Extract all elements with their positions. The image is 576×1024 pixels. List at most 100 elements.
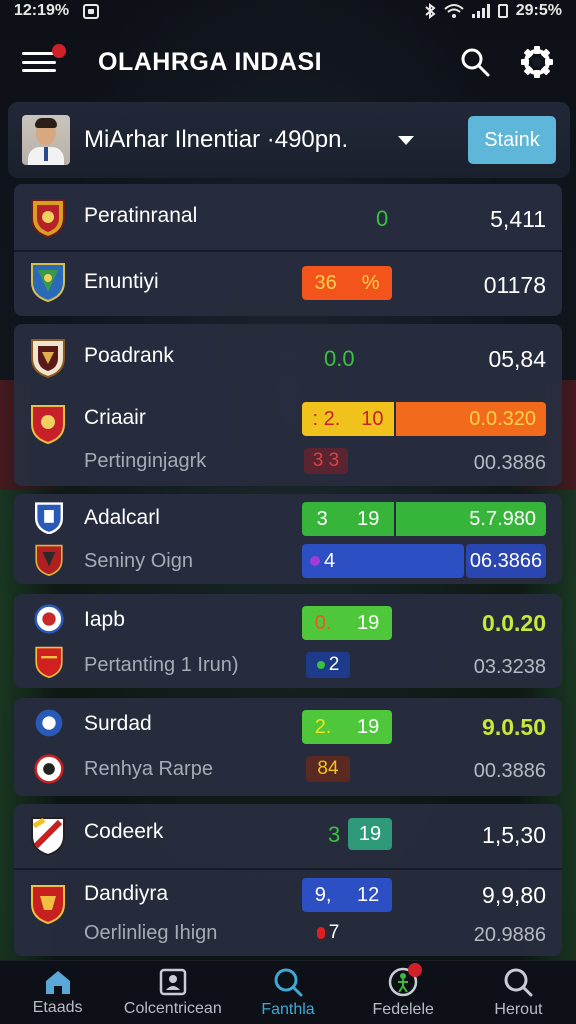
team-name: Poadrank — [84, 344, 174, 367]
menu-icon-line — [22, 69, 56, 72]
nav-item-home[interactable]: Etaads — [0, 961, 115, 1024]
nav-item-search-alt[interactable]: Herout — [461, 961, 576, 1024]
team-stat: 00.3886 — [473, 760, 546, 782]
club-crest-icon — [31, 817, 65, 856]
list-item[interactable]: Dandiyra 9, 12 9,9,80 Oerlinlieg Ihign 7… — [14, 872, 562, 956]
club-crest-icon — [34, 604, 64, 634]
wifi-icon — [444, 4, 464, 18]
divider — [14, 250, 562, 252]
form-badge: 7 — [308, 920, 348, 946]
app-title: OLAHRGA INDASI — [98, 47, 323, 76]
battery-icon — [497, 4, 508, 18]
menu-button[interactable] — [22, 44, 66, 76]
team-stat: 06.3866 — [466, 544, 546, 578]
notification-dot — [52, 44, 66, 58]
rating-bar: 5.7.980 — [396, 502, 546, 536]
club-crest-icon — [31, 263, 65, 302]
team-value: 9.0.50 — [482, 714, 546, 740]
team-value: 9,9,80 — [482, 882, 546, 908]
list-item[interactable]: Poadrank 0.0 05,84 — [14, 328, 562, 388]
club-crest-icon — [35, 709, 63, 737]
user-card: MiArhar Ilnentiar ·490pn. Staink — [8, 102, 570, 178]
status-clock: 29:5% — [515, 2, 562, 19]
menu-icon-line — [22, 60, 56, 64]
nav-label: Colcentricean — [123, 999, 222, 1017]
nav-label: Fedelele — [372, 1000, 434, 1018]
list-item[interactable]: Enuntiyi 36 % 01178 — [14, 254, 562, 314]
rating-pill: 9, 12 — [302, 878, 392, 912]
rating-count: 19 — [357, 507, 380, 530]
list-item[interactable]: Surdad 2. 19 9.0.50 Renhya Rarpe 84 00.3… — [14, 698, 562, 796]
club-crest-icon — [31, 199, 65, 238]
team-name: Iapb — [84, 608, 125, 631]
team-name: Peratinranal — [84, 204, 198, 227]
bottom-nav: Etaads Colcentricean Fanthla Fedelele He… — [0, 960, 576, 1024]
list-item[interactable]: Iapb 0. 19 0.0.20 Pertanting 1 Irun) 2 0… — [14, 594, 562, 688]
rating-value: 9, — [314, 883, 332, 906]
list-item[interactable]: Criaair : 2. 10 0.0.320 Pertinginjagrk 3… — [14, 394, 562, 484]
search-icon — [274, 968, 303, 996]
team-value: 01178 — [483, 272, 546, 298]
rating-pill: : 2. 10 — [302, 402, 394, 436]
list-card: Surdad 2. 19 9.0.50 Renhya Rarpe 84 00.3… — [14, 698, 562, 796]
team-score: 0 — [376, 206, 389, 231]
rating-value: 3 — [316, 507, 328, 530]
nav-label: Etaads — [32, 998, 83, 1016]
home-icon — [45, 970, 70, 994]
club-crest-icon — [35, 502, 63, 534]
rating-pill: 19 — [348, 818, 392, 850]
list-card: Iapb 0. 19 0.0.20 Pertanting 1 Irun) 2 0… — [14, 594, 562, 688]
list-item[interactable]: Adalcarl 3 19 5.7.980 Seniny Oign 4 06.3… — [14, 494, 562, 584]
team-name: Codeerk — [84, 820, 164, 843]
rating-pill: 2. 19 — [302, 710, 392, 744]
avatar — [22, 115, 70, 165]
team-subtitle: Seniny Oign — [84, 550, 193, 572]
form-badge: 3 3 — [304, 448, 348, 474]
form-dot — [316, 661, 325, 669]
rating-pill: 36 % — [302, 266, 392, 300]
team-value: 05,84 — [488, 346, 546, 372]
search-icon[interactable] — [460, 47, 490, 77]
form-badge: 2 — [306, 652, 350, 678]
status-bar: 12:19% 29:5% — [0, 0, 576, 22]
rating-count: 10 — [361, 407, 384, 430]
list-card: Adalcarl 3 19 5.7.980 Seniny Oign 4 06.3… — [14, 494, 562, 584]
list-item[interactable]: Peratinranal 0 5,411 — [14, 188, 562, 248]
team-score: 0.0 — [324, 346, 355, 371]
nav-label: Fanthla — [261, 1000, 315, 1018]
team-value: 1,5,30 — [482, 822, 546, 848]
notification-dot — [407, 963, 422, 977]
rating-value: 0. — [314, 611, 332, 634]
club-crest-icon — [31, 339, 65, 378]
search-icon — [504, 968, 533, 996]
form-value: 4 — [324, 549, 336, 572]
app-header: OLAHRGA INDASI — [0, 34, 576, 90]
nav-item-player[interactable]: Fedelele — [346, 961, 461, 1024]
rating-pill: 0. 19 — [302, 606, 392, 640]
team-score: 3 — [328, 822, 341, 847]
gear-icon[interactable] — [520, 45, 554, 79]
rating-pill: 3 19 — [302, 502, 394, 536]
list-card: Peratinranal 0 5,411 Enuntiyi 36 % 01178 — [14, 184, 562, 316]
chevron-down-icon[interactable] — [398, 135, 415, 145]
form-value: 7 — [328, 922, 340, 943]
form-dot — [310, 556, 320, 566]
profile-card-icon — [159, 968, 187, 995]
team-subtitle: Oerlinlieg Ihign — [84, 922, 218, 944]
rating-unit: % — [361, 271, 380, 294]
team-name: Adalcarl — [84, 506, 160, 529]
rating-count: 19 — [356, 715, 380, 738]
team-stat: 00.3886 — [473, 452, 546, 474]
list-item[interactable]: Codeerk 3 19 1,5,30 — [14, 804, 562, 864]
nav-item-profile[interactable]: Colcentricean — [115, 961, 230, 1024]
team-name: Enuntiyi — [84, 270, 159, 293]
status-time: 12:19% — [14, 2, 70, 19]
team-stat: 03.3238 — [473, 656, 546, 678]
list-card: Poadrank 0.0 05,84 Criaair : 2. 10 0.0.3… — [14, 324, 562, 486]
team-subtitle: Renhya Rarpe — [84, 758, 213, 780]
stats-button[interactable]: Staink — [468, 116, 556, 164]
team-name: Dandiyra — [84, 882, 169, 905]
team-name: Criaair — [84, 406, 146, 429]
club-crest-icon — [31, 405, 65, 444]
nav-item-search[interactable]: Fanthla — [230, 961, 345, 1024]
